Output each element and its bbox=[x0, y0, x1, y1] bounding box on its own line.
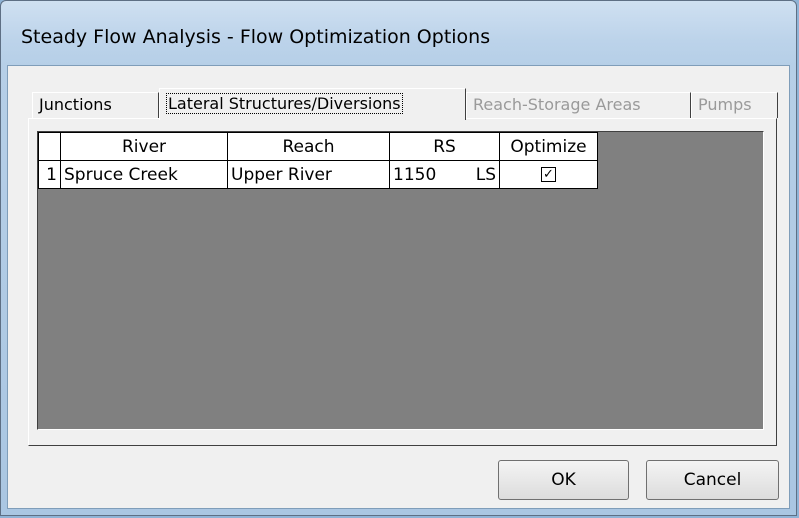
table-row[interactable]: 1 Spruce Creek Upper River 1150 LS ✓ bbox=[38, 160, 598, 189]
ok-button[interactable]: OK bbox=[498, 460, 629, 500]
column-header-optimize[interactable]: Optimize bbox=[499, 132, 598, 161]
column-header-reach[interactable]: Reach bbox=[227, 132, 390, 161]
optimization-table: River Reach RS Optimize 1 Spruce Creek U… bbox=[38, 132, 598, 189]
column-header-row-number bbox=[38, 132, 61, 161]
table-header-row: River Reach RS Optimize bbox=[38, 132, 598, 161]
optimize-checkbox[interactable]: ✓ bbox=[541, 167, 556, 182]
column-header-river[interactable]: River bbox=[60, 132, 228, 161]
rs-station-value: 1150 bbox=[393, 164, 437, 185]
column-header-rs[interactable]: RS bbox=[389, 132, 500, 161]
tab-reach-storage-areas-label: Reach-Storage Areas bbox=[473, 95, 641, 114]
tab-lateral-structures[interactable]: Lateral Structures/Diversions bbox=[159, 88, 466, 120]
tab-panel-lateral-structures: River Reach RS Optimize 1 Spruce Creek U… bbox=[28, 118, 777, 446]
river-cell[interactable]: Spruce Creek bbox=[60, 160, 228, 189]
tab-pumps-label: Pumps bbox=[698, 95, 752, 114]
dialog-client-area: River Reach RS Optimize 1 Spruce Creek U… bbox=[7, 65, 790, 509]
tab-reach-storage-areas[interactable]: Reach-Storage Areas bbox=[466, 92, 691, 118]
row-number-cell: 1 bbox=[38, 160, 61, 189]
tab-pumps[interactable]: Pumps bbox=[691, 92, 778, 118]
rs-cell[interactable]: 1150 LS bbox=[389, 160, 500, 189]
optimize-cell[interactable]: ✓ bbox=[499, 160, 598, 189]
reach-cell[interactable]: Upper River bbox=[227, 160, 390, 189]
tab-junctions-label: Junctions bbox=[39, 95, 112, 114]
window-title: Steady Flow Analysis - Flow Optimization… bbox=[21, 26, 491, 48]
rs-type-value: LS bbox=[475, 164, 496, 185]
title-bar[interactable]: Steady Flow Analysis - Flow Optimization… bbox=[1, 1, 796, 65]
cancel-button[interactable]: Cancel bbox=[646, 460, 779, 500]
grid-area: River Reach RS Optimize 1 Spruce Creek U… bbox=[37, 131, 764, 430]
tab-lateral-structures-label: Lateral Structures/Diversions bbox=[166, 93, 403, 114]
tab-junctions[interactable]: Junctions bbox=[32, 92, 159, 118]
dialog-window: Steady Flow Analysis - Flow Optimization… bbox=[0, 0, 797, 516]
